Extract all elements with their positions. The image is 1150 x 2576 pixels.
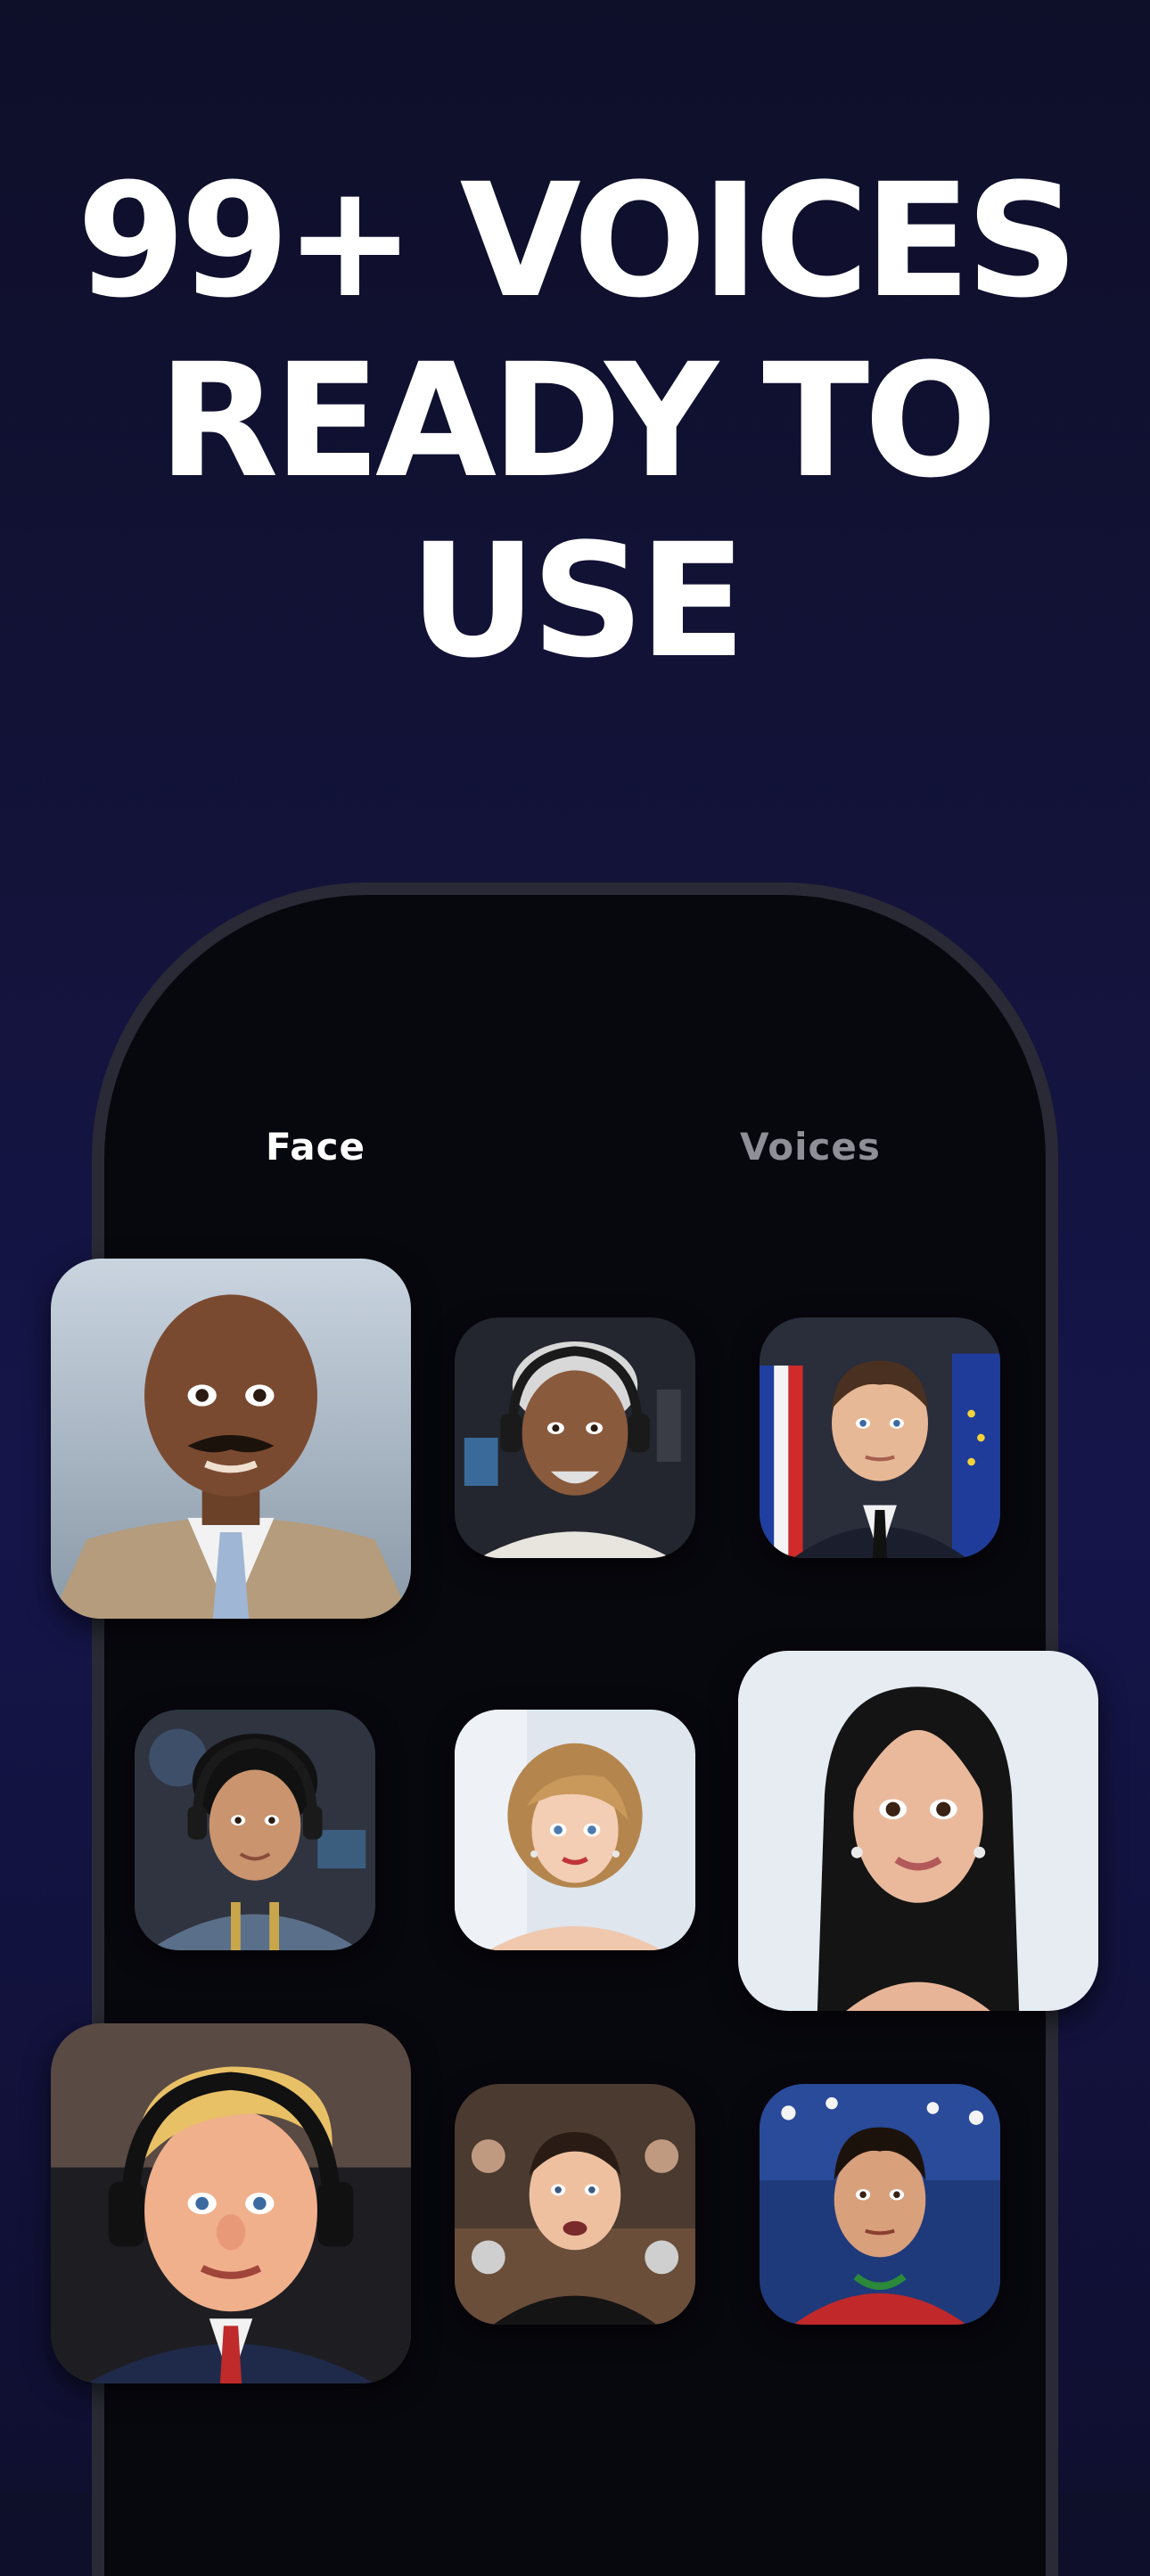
long-dark-hair-woman-avatar[interactable] (738, 1651, 1098, 2011)
blonde-bob-woman-avatar[interactable] (455, 1710, 695, 1950)
headline-line-1: 99+ VOICES (76, 150, 1079, 332)
bald-man-mustache-avatar[interactable] (51, 1259, 411, 1619)
curly-hair-man-headphones-avatar[interactable] (135, 1710, 375, 1950)
man-suit-flags-avatar[interactable] (760, 1317, 1000, 1558)
man-dark-shirt-avatar[interactable] (455, 2084, 695, 2325)
tab-face[interactable]: Face (266, 1125, 366, 1169)
headline-line-3: USE (409, 510, 746, 693)
headline-line-2: READY TO (158, 330, 998, 513)
soccer-player-avatar[interactable] (760, 2084, 1000, 2325)
blonde-man-headphones-avatar[interactable] (51, 2023, 411, 2383)
gray-haired-man-headphones-avatar[interactable] (455, 1317, 695, 1558)
tab-voices[interactable]: Voices (740, 1125, 881, 1169)
headline: 99+ VOICES READY TO USE (0, 152, 1150, 692)
